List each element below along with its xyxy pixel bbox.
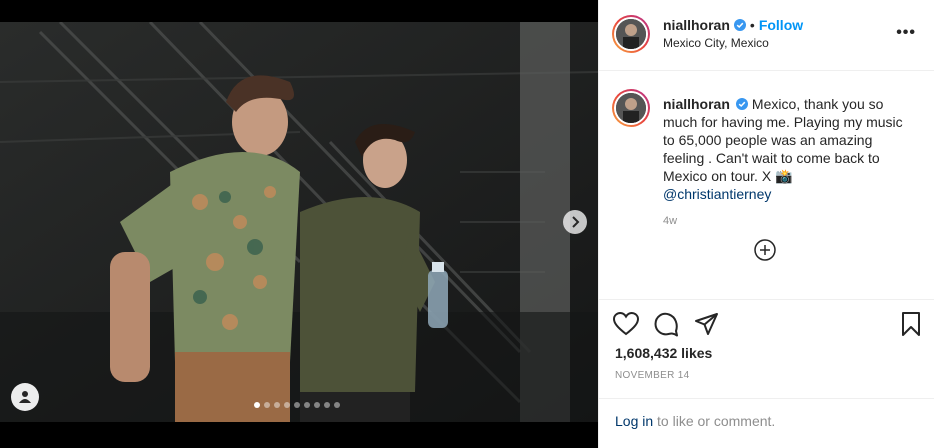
- post-sidebar: niallhoran • Follow Mexico City, Mexico …: [598, 0, 934, 448]
- comment-prompt: to like or comment.: [653, 413, 776, 429]
- bookmark-icon: [902, 312, 920, 336]
- share-button[interactable]: [694, 312, 719, 342]
- separator-dot: •: [749, 17, 755, 33]
- login-link[interactable]: Log in: [615, 413, 653, 429]
- like-button[interactable]: [612, 311, 640, 342]
- caption-username[interactable]: niallhoran: [663, 96, 730, 112]
- carousel-dot: [324, 402, 330, 408]
- likes-count[interactable]: 1,608,432 likes: [615, 345, 712, 361]
- avatar[interactable]: [612, 89, 650, 127]
- comment-button[interactable]: [654, 312, 679, 342]
- heart-icon: [612, 311, 640, 336]
- caption-timestamp: 4w: [663, 215, 678, 227]
- carousel-dot: [254, 402, 260, 408]
- carousel-dot: [274, 402, 280, 408]
- verified-badge-icon: [735, 98, 748, 110]
- caption: niallhoran Mexico, thank you so much for …: [663, 95, 911, 203]
- verified-badge-icon: [733, 19, 746, 31]
- user-tags-button[interactable]: [11, 383, 39, 411]
- carousel-dot: [314, 402, 320, 408]
- avatar[interactable]: [612, 15, 650, 53]
- post-media[interactable]: [0, 0, 598, 448]
- load-more-comments-button[interactable]: [754, 239, 776, 261]
- carousel-dot: [334, 402, 340, 408]
- next-slide-button[interactable]: [563, 210, 587, 234]
- follow-button[interactable]: Follow: [759, 17, 803, 33]
- chevron-right-icon: [572, 216, 580, 228]
- location-link[interactable]: Mexico City, Mexico: [663, 36, 803, 50]
- carousel-dot: [294, 402, 300, 408]
- comment-icon: [654, 312, 678, 337]
- comment-bar: Log in to like or comment.: [599, 398, 934, 448]
- username-link[interactable]: niallhoran: [663, 17, 730, 33]
- carousel-dot: [264, 402, 270, 408]
- carousel-dot: [284, 402, 290, 408]
- post-header: niallhoran • Follow Mexico City, Mexico …: [599, 0, 934, 71]
- comments-section: niallhoran Mexico, thank you so much for …: [599, 71, 934, 300]
- carousel-dot: [304, 402, 310, 408]
- more-options-button[interactable]: •••: [896, 24, 916, 42]
- plus-circle-icon: [754, 239, 776, 261]
- post-date: NOVEMBER 14: [615, 370, 690, 381]
- share-icon: [695, 313, 718, 335]
- user-tag-icon: [19, 391, 31, 403]
- caption-mention-link[interactable]: @christiantierney: [663, 185, 911, 203]
- post-photo: [0, 22, 598, 422]
- save-button[interactable]: [901, 312, 921, 341]
- carousel-indicator: [254, 402, 340, 408]
